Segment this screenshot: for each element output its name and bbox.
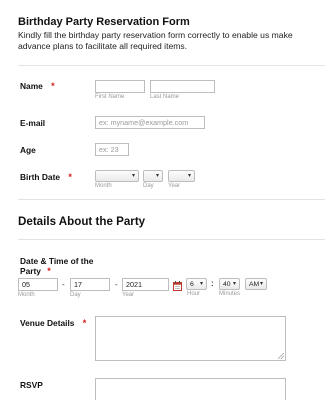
divider — [18, 199, 325, 200]
last-name-caption: Last Name — [150, 94, 180, 100]
email-label: E-mail — [20, 118, 46, 128]
first-name-caption: First Name — [95, 94, 125, 100]
hour-select[interactable]: 6 ▾ — [186, 278, 207, 290]
birth-month-select[interactable]: ▾ — [95, 170, 139, 182]
email-field[interactable]: ex: myname@example.com — [95, 116, 205, 129]
first-name-input[interactable] — [95, 80, 145, 93]
party-month-input[interactable]: 05 — [18, 278, 58, 291]
party-day-input[interactable]: 17 — [70, 278, 110, 291]
chevron-down-icon: ▾ — [259, 281, 263, 287]
date-separator: - — [115, 280, 118, 289]
divider — [18, 65, 325, 66]
birth-day-caption: Day — [143, 183, 154, 189]
birth-year-caption: Year — [168, 183, 181, 189]
ampm-select[interactable]: AM ▾ — [245, 278, 267, 290]
divider — [18, 239, 325, 240]
required-mark: * — [82, 318, 87, 328]
rsvp-textarea[interactable] — [95, 378, 286, 400]
chevron-down-icon: ▾ — [199, 281, 203, 287]
time-separator: : — [211, 279, 214, 288]
required-mark: * — [47, 266, 51, 276]
birth-month-caption: Month — [95, 183, 112, 189]
birth-day-select[interactable]: ▾ — [143, 170, 163, 182]
venue-label: Venue Details * — [20, 318, 87, 328]
birth-year-select[interactable]: ▾ — [168, 170, 195, 182]
minutes-caption: Minutes — [219, 291, 241, 297]
form-title: Birthday Party Reservation Form — [18, 16, 190, 28]
resize-handle[interactable] — [278, 353, 284, 359]
section-title: Details About the Party — [18, 215, 146, 228]
chevron-down-icon: ▾ — [155, 173, 159, 179]
required-mark: * — [51, 81, 55, 91]
rsvp-label: RSVP — [20, 380, 43, 390]
date-separator: - — [62, 280, 65, 289]
hour-caption: Hour — [187, 291, 201, 297]
last-name-input[interactable] — [150, 80, 215, 93]
party-year-caption: Year — [122, 292, 135, 298]
minute-select[interactable]: 40 ▾ — [219, 278, 240, 290]
birth-date-label: Birth Date * — [20, 172, 72, 182]
age-label: Age — [20, 145, 36, 155]
party-month-caption: Month — [18, 292, 35, 298]
required-mark: * — [68, 172, 72, 182]
name-label: Name * — [20, 81, 55, 91]
party-year-input[interactable]: 2021 — [122, 278, 169, 291]
chevron-down-icon: ▾ — [187, 173, 191, 179]
form-description: Kindly fill the birthday party reservati… — [18, 30, 293, 51]
chevron-down-icon: ▾ — [232, 281, 236, 287]
party-datetime-label: Date & Time of the Party * — [20, 256, 94, 276]
venue-details-textarea[interactable] — [95, 316, 286, 361]
chevron-down-icon: ▾ — [131, 173, 135, 179]
calendar-icon[interactable] — [173, 278, 182, 291]
party-day-caption: Day — [70, 292, 81, 298]
age-input[interactable]: ex: 23 — [95, 143, 129, 156]
